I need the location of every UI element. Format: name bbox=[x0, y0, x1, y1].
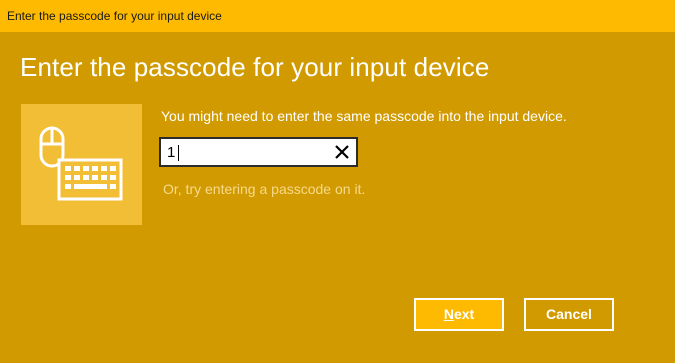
next-button-label: ext bbox=[453, 306, 475, 322]
page-title: Enter the passcode for your input device bbox=[20, 52, 490, 82]
passcode-dialog: Enter the passcode for your input device… bbox=[0, 0, 675, 363]
clear-button[interactable] bbox=[330, 140, 354, 164]
title-bar: Enter the passcode for your input device bbox=[0, 0, 675, 32]
hint-text: Or, try entering a passcode on it. bbox=[163, 181, 366, 197]
passcode-input[interactable] bbox=[167, 142, 327, 162]
device-tile bbox=[21, 104, 142, 225]
cancel-button[interactable]: Cancel bbox=[524, 298, 614, 331]
close-icon bbox=[335, 145, 349, 159]
text-cursor bbox=[178, 145, 179, 161]
next-button-mnemonic: N bbox=[443, 306, 454, 322]
window-title: Enter the passcode for your input device bbox=[7, 9, 222, 23]
mouse-and-keyboard-icon bbox=[39, 126, 123, 201]
passcode-field[interactable] bbox=[159, 137, 358, 167]
instruction-text: You might need to enter the same passcod… bbox=[161, 108, 567, 124]
next-button[interactable]: Next bbox=[414, 298, 504, 331]
